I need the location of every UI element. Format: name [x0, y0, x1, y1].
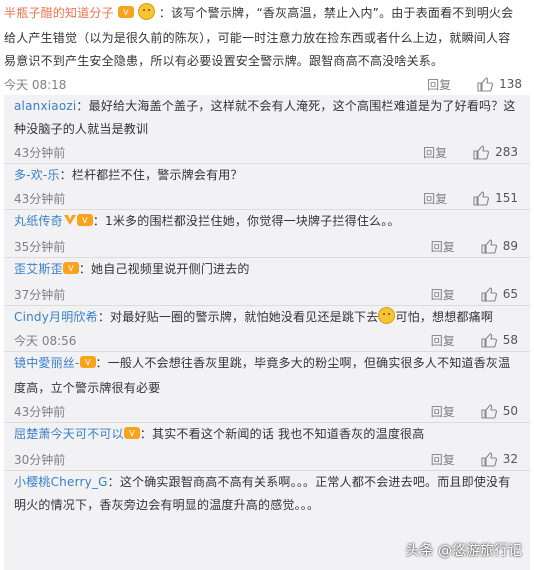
comment-meta: 43分钟前 回复 50 — [14, 400, 518, 422]
comment-item: 小樱桃Cherry_G：这个确实跟智商高不高有关系啊。。。正常人都不会进去吧。而… — [4, 471, 530, 517]
comment-text: ：1米多的围栏都没拦住她，你觉得一块牌子拦得住么。。 — [92, 214, 400, 228]
thumbs-up-icon — [473, 144, 490, 160]
comment-item: 丸纸传奇 V ：1米多的围栏都没拦住她，你觉得一块牌子拦得住么。。 35分钟前 回复 89 — [4, 210, 530, 257]
comment-username[interactable]: 屈楚萧今天可不可以 — [14, 427, 124, 441]
svg-text:V: V — [68, 264, 74, 273]
comment-text: ：最好给大海盖个盖子，这样就不会有人淹死，这个高围栏难道是为了好看吗？这种没脑子… — [14, 99, 516, 136]
comment-meta: 37分钟前 回复 65 — [14, 283, 518, 305]
thumbs-up-icon — [477, 76, 494, 92]
like-button[interactable]: 50 — [481, 403, 518, 419]
emoji-icon — [378, 307, 396, 324]
post: 半瓶子醋的知道分子 V ：该写个警示牌，“香灰高温，禁止入内”。由于表面看不到明… — [0, 0, 534, 95]
comment-time: 30分钟前 — [14, 452, 66, 467]
thumbs-up-icon — [481, 286, 497, 302]
comment-item: 镜中愛丽丝- V ：一般人不会想往香灰里跳，毕竟多大的粉尘啊，但确实很多人不知道香灰… — [4, 352, 530, 422]
comment-item: 多-欢-乐：栏杆都拦不住，警示牌会有用？ 43分钟前 回复 151 — [4, 164, 530, 209]
comment-time: 43分钟前 — [14, 191, 66, 206]
comment-meta: 35分钟前 回复 89 — [14, 235, 518, 257]
level-badge-icon: V — [76, 212, 93, 235]
like-count: 65 — [502, 287, 518, 301]
like-button[interactable]: 32 — [481, 451, 518, 467]
thumbs-up-icon — [481, 451, 497, 467]
svg-text:V: V — [123, 8, 129, 17]
comment-time: 今天 08:56 — [14, 333, 77, 348]
comment-text: ：对最好贴一圈的警示牌，就怕她没看见还是跳下去 — [97, 310, 379, 324]
level-badge-icon: V — [79, 354, 96, 377]
comment-meta: 43分钟前 回复 151 — [14, 187, 518, 209]
reply-button[interactable]: 回复 — [431, 332, 455, 349]
comment-item: 歪艾斯歪 V ：她自己视频里说开侧门进去的 37分钟前 回复 65 — [4, 258, 530, 305]
like-button[interactable]: 151 — [473, 190, 518, 206]
like-count: 283 — [495, 145, 518, 159]
like-count: 32 — [502, 452, 518, 466]
like-button[interactable]: 58 — [481, 332, 518, 348]
like-count: 151 — [495, 191, 518, 205]
like-count: 89 — [502, 239, 518, 253]
comment-meta: 43分钟前 回复 283 — [14, 141, 518, 163]
comment-panel: alanxiaozi：最好给大海盖个盖子，这样就不会有人淹死，这个高围栏难道是为… — [4, 95, 530, 570]
comment-time: 43分钟前 — [14, 145, 66, 160]
level-badge-icon: V — [123, 425, 140, 448]
comment-text-2: 可怕，想想都痛啊 — [395, 310, 494, 324]
reply-button[interactable]: 回复 — [423, 190, 447, 207]
post-username[interactable]: 半瓶子醋的知道分子 — [4, 6, 114, 20]
reply-button[interactable]: 回复 — [423, 144, 447, 161]
thumbs-up-icon — [481, 332, 497, 348]
reply-button[interactable]: 回复 — [431, 403, 455, 420]
reply-button[interactable]: 回复 — [427, 76, 451, 93]
comment-item: 屈楚萧今天可不可以 V ：其实不看这个新闻的话 我也不知道香灰的温度很高 30分钟前 回… — [4, 423, 530, 470]
like-count: 50 — [502, 404, 518, 418]
comment-username[interactable]: 丸纸传奇 — [14, 214, 63, 228]
thumbs-up-icon — [481, 238, 497, 254]
comment-item: Cindy月明欣希：对最好贴一圈的警示牌，就怕她没看见还是跳下去 可怕，想想都痛啊… — [4, 306, 530, 351]
comment-item: alanxiaozi：最好给大海盖个盖子，这样就不会有人淹死，这个高围栏难道是为… — [4, 95, 530, 163]
like-button[interactable]: 283 — [473, 144, 518, 160]
comment-meta: 今天 08:56 回复 58 — [14, 329, 518, 351]
comment-username[interactable]: 镜中愛丽丝- — [14, 356, 80, 370]
like-count: 58 — [502, 333, 518, 347]
comment-username[interactable]: 歪艾斯歪 — [14, 262, 63, 276]
svg-text:V: V — [82, 216, 88, 225]
level-badge-icon: V — [62, 260, 79, 283]
comment-username[interactable]: 多-欢-乐 — [14, 168, 60, 182]
comment-meta: 30分钟前 回复 32 — [14, 448, 518, 470]
like-count: 138 — [499, 77, 522, 91]
comment-text: ：栏杆都拦不住，警示牌会有用？ — [59, 168, 243, 182]
watermark: 头条 @悠游旅行记 — [405, 543, 522, 559]
comment-time: 43分钟前 — [14, 404, 66, 419]
reply-button[interactable]: 回复 — [431, 286, 455, 303]
post-meta: 今天 08:18 回复 138 — [4, 73, 522, 95]
comment-username[interactable]: alanxiaozi — [14, 99, 76, 113]
comment-text: ：她自己视频里说开侧门进去的 — [78, 262, 250, 276]
reply-button[interactable]: 回复 — [431, 238, 455, 255]
comment-time: 37分钟前 — [14, 287, 66, 302]
thumbs-up-icon — [473, 190, 490, 206]
comment-username[interactable]: Cindy月明欣希 — [14, 310, 98, 324]
like-button[interactable]: 89 — [481, 238, 518, 254]
vip-badge-icon — [63, 212, 77, 235]
post-time: 今天 08:18 — [4, 77, 67, 92]
svg-text:V: V — [85, 358, 91, 367]
like-button[interactable]: 65 — [481, 286, 518, 302]
reply-button[interactable]: 回复 — [431, 451, 455, 468]
comment-username[interactable]: 小樱桃Cherry_G — [14, 475, 108, 489]
thumbs-up-icon — [481, 403, 497, 419]
svg-text:V: V — [129, 429, 135, 438]
comment-text: ：其实不看这个新闻的话 我也不知道香灰的温度很高 — [139, 427, 425, 441]
comment-time: 35分钟前 — [14, 239, 66, 254]
emoji-icon — [137, 3, 155, 20]
level-badge-icon: V — [117, 4, 134, 27]
like-button[interactable]: 138 — [477, 76, 522, 92]
